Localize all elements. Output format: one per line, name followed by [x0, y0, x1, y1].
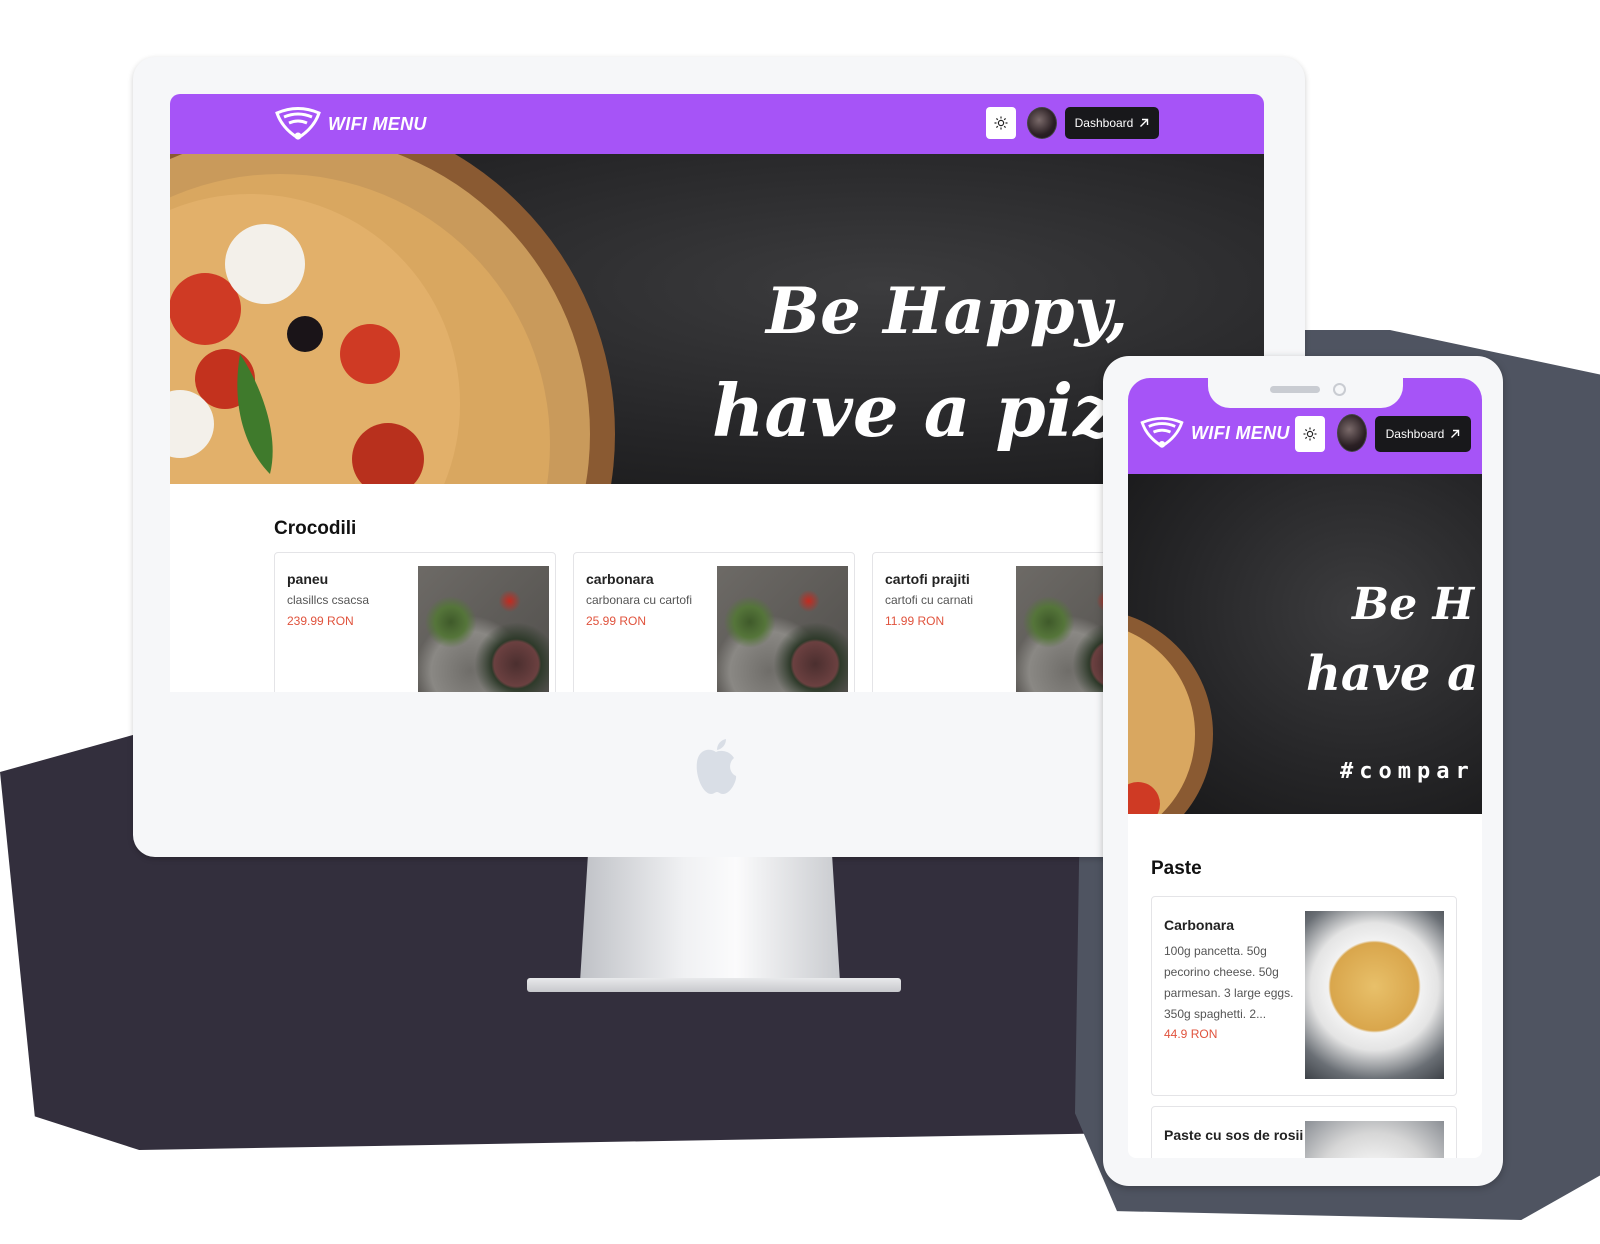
theme-toggle-button[interactable] [1295, 416, 1325, 452]
wifi-menu-logo-icon [1140, 416, 1184, 448]
monitor-stand [580, 857, 840, 982]
user-avatar[interactable] [1027, 107, 1057, 139]
menu-item-name: Carbonara [1164, 917, 1235, 933]
menu-item-description: carbonara cu cartofi [586, 593, 693, 607]
hero-line-2: have a p [1306, 646, 1482, 702]
mobile-logo[interactable]: WIFI MENU [1139, 416, 1290, 450]
hero-line-1: Be H [1352, 579, 1475, 630]
menu-item-description: clasillcs csacsa [287, 593, 370, 607]
theme-toggle-button[interactable] [986, 107, 1016, 139]
arrow-up-right-icon [1140, 118, 1149, 127]
description-line: 350g spaghetti. 2... [1164, 1007, 1267, 1021]
menu-item-image [1305, 1121, 1444, 1158]
sun-icon [1303, 427, 1317, 441]
menu-item-card[interactable]: Paste cu sos de rosii [1151, 1106, 1457, 1158]
dashboard-button[interactable]: Dashboard [1375, 416, 1471, 452]
menu-item-price: 239.99 RON [287, 614, 354, 628]
description-line: parmesan. 3 large eggs. [1164, 986, 1294, 1000]
menu-item-image [717, 566, 848, 692]
menu-item-price: 25.99 RON [586, 614, 647, 628]
phone-speaker [1270, 386, 1320, 393]
desktop-navbar: WIFI MENU Dashboard [170, 94, 1264, 154]
menu-item-image [1305, 911, 1444, 1079]
apple-logo-icon [696, 739, 737, 794]
dashboard-button[interactable]: Dashboard [1065, 107, 1159, 139]
menu-item-name: paneu [287, 571, 329, 587]
menu-item-name: carbonara [586, 571, 654, 587]
phone-notch [1208, 362, 1403, 408]
desktop-hero-banner: Be Happy, have a pizza [170, 154, 1264, 484]
hero-line-1: Be Happy, [766, 274, 1128, 349]
hero-hashtag: #compar [1340, 759, 1475, 784]
phone-camera [1333, 383, 1346, 396]
mobile-hero-banner: Be H have a p #compar [1128, 474, 1482, 814]
mobile-screen: WIFI MENU Dashboard Be H have a p [1128, 378, 1482, 1158]
menu-item-name: Paste cu sos de rosii [1164, 1127, 1304, 1143]
description-line: pecorino cheese. 50g [1164, 965, 1279, 979]
desktop-screen: WIFI MENU Dashboard Be Happy, have a piz… [170, 94, 1264, 692]
menu-item-price: 44.9 RON [1164, 1027, 1218, 1041]
menu-item-card[interactable]: Carbonara 100g pancetta. 50g pecorino ch… [1151, 896, 1457, 1096]
menu-item-description: 100g pancetta. 50g pecorino cheese. 50g … [1164, 941, 1293, 1025]
sun-icon [994, 116, 1008, 130]
monitor-stand-base [527, 978, 901, 992]
menu-item-name: cartofi prajiti [885, 571, 970, 587]
brand-name: WIFI MENU [1191, 422, 1290, 443]
desktop-logo[interactable]: WIFI MENU [274, 106, 427, 142]
menu-item-card[interactable]: paneu clasillcs csacsa 239.99 RON [274, 552, 556, 692]
description-line: 100g pancetta. 50g [1164, 944, 1267, 958]
menu-item-image [418, 566, 549, 692]
brand-name: WIFI MENU [328, 113, 427, 134]
section-title-crocodili: Crocodili [274, 518, 357, 539]
menu-item-price: 11.99 RON [885, 614, 945, 628]
mockup-stage: WIFI MENU Dashboard Be Happy, have a piz… [0, 0, 1600, 1244]
arrow-up-right-icon [1451, 429, 1460, 438]
dashboard-button-label: Dashboard [1385, 427, 1445, 441]
menu-item-card[interactable]: carbonara carbonara cu cartofi 25.99 RON [573, 552, 855, 692]
wifi-menu-logo-icon [275, 107, 321, 140]
menu-item-description: cartofi cu carnati [885, 593, 974, 607]
dashboard-button-label: Dashboard [1074, 116, 1134, 130]
section-title-paste: Paste [1151, 858, 1202, 879]
user-avatar[interactable] [1337, 414, 1367, 452]
